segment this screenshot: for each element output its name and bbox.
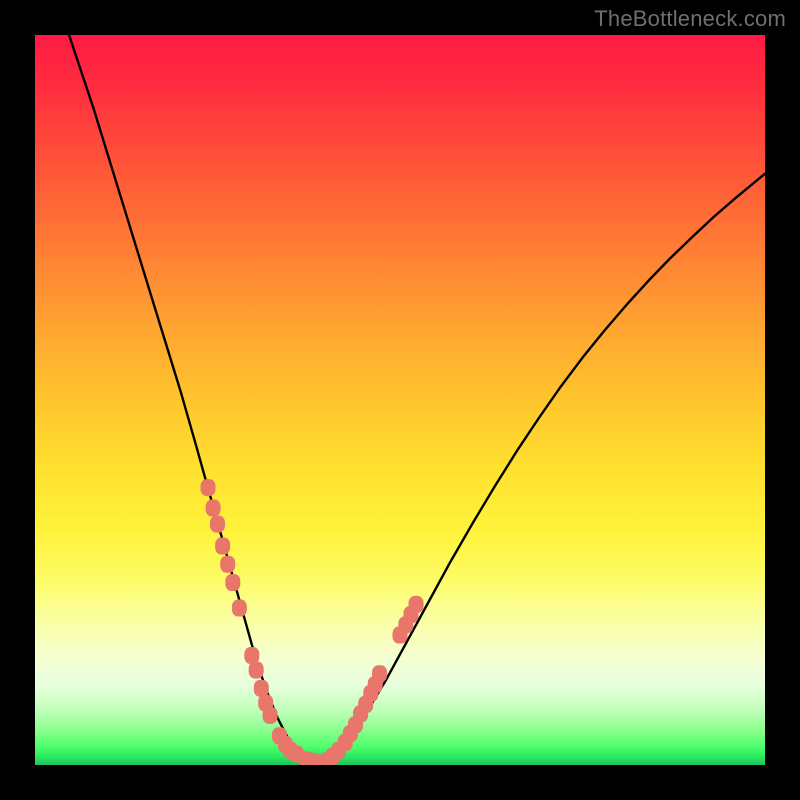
curve-marker <box>254 680 269 697</box>
curve-marker <box>206 500 221 517</box>
marker-layer <box>201 479 424 765</box>
curve-marker <box>249 662 264 679</box>
curve-marker <box>210 516 225 533</box>
curve-marker <box>220 556 235 573</box>
curve-marker <box>232 600 247 617</box>
curve-marker <box>409 596 424 613</box>
curve-marker <box>372 665 387 682</box>
bottleneck-curve <box>35 35 765 763</box>
curve-marker <box>225 574 240 591</box>
watermark-text: TheBottleneck.com <box>594 6 786 32</box>
plot-area <box>35 35 765 765</box>
curve-marker <box>263 707 278 724</box>
curve-marker <box>201 479 216 496</box>
curve-marker <box>215 538 230 555</box>
curve-marker <box>244 647 259 664</box>
curve-layer <box>35 35 765 765</box>
chart-frame: TheBottleneck.com <box>0 0 800 800</box>
